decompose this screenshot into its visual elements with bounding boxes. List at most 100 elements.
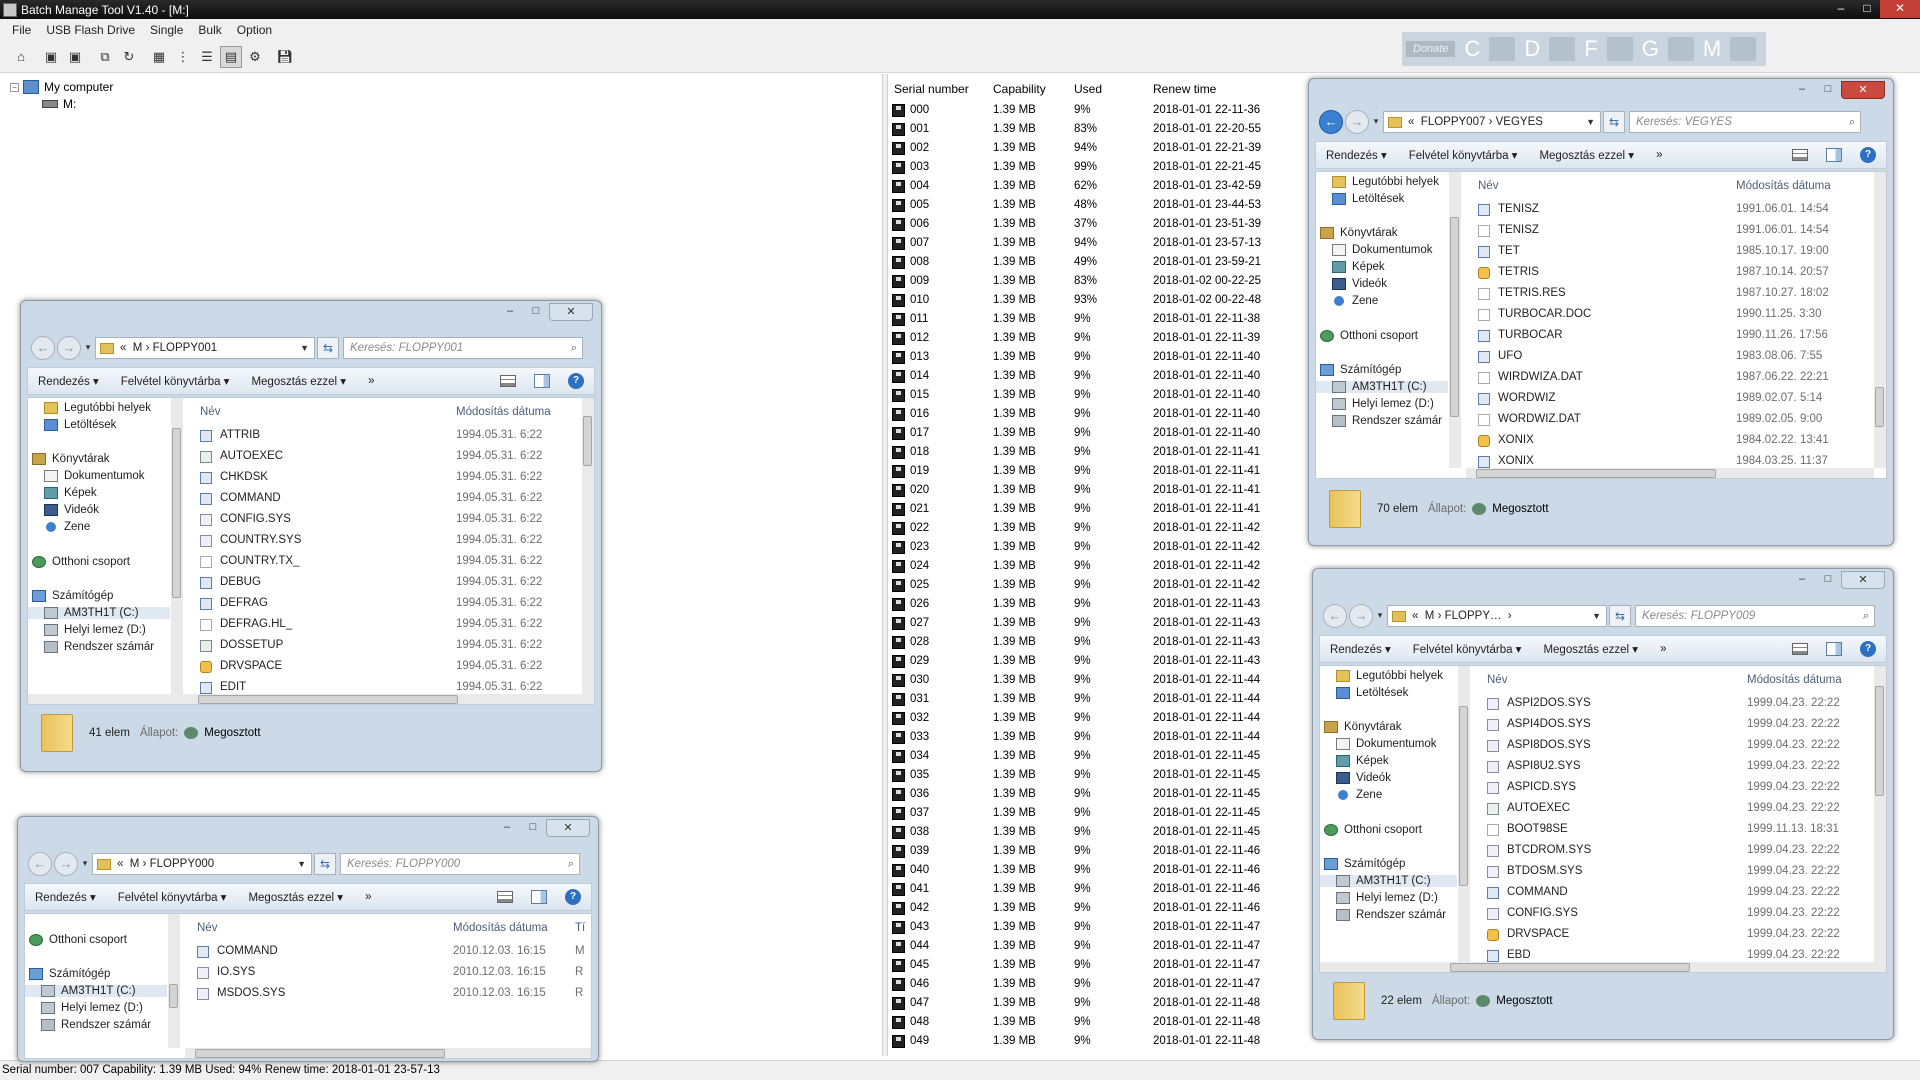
help-icon[interactable]: ? [568, 373, 584, 389]
file-item[interactable]: ASPICD.SYS 1999.04.23. 22:22 [1487, 780, 1867, 797]
nav-computer[interactable]: Számítógép [1324, 858, 1405, 870]
back-arrow-icon[interactable]: ← [1323, 604, 1347, 628]
file-scrollbar[interactable] [582, 398, 594, 694]
nav-libraries[interactable]: Könyvtárak [1324, 721, 1402, 733]
share-with-button[interactable]: Megosztás ezzel ▾ [251, 374, 346, 388]
forward-arrow-icon[interactable]: → [1345, 110, 1369, 134]
file-item[interactable]: ASPI8DOS.SYS 1999.04.23. 22:22 [1487, 738, 1867, 755]
nav-pictures[interactable]: Képek [1332, 261, 1385, 273]
disk-list-row[interactable]: 027 1.39 MB 9% 2018-01-01 22-11-43 [888, 615, 1308, 634]
horizontal-scrollbar[interactable] [28, 694, 594, 704]
nav-recent-places[interactable]: Legutóbbi helyek [44, 402, 151, 414]
disk-list-row[interactable]: 025 1.39 MB 9% 2018-01-01 22-11-42 [888, 577, 1308, 596]
close-button[interactable]: ✕ [1841, 571, 1885, 589]
disk-list-row[interactable]: 010 1.39 MB 93% 2018-01-02 00-22-48 [888, 292, 1308, 311]
path-ellipsis[interactable]: « [120, 342, 126, 354]
disk-list-row[interactable]: 019 1.39 MB 9% 2018-01-01 22-11-41 [888, 463, 1308, 482]
more-commands-button[interactable]: » [1660, 643, 1666, 655]
history-dropdown-icon[interactable]: ▾ [80, 852, 90, 876]
drive-f-button[interactable]: F [1584, 36, 1597, 62]
file-item[interactable]: WORDWIZ 1989.02.07. 5:14 [1478, 391, 1858, 408]
menu-bulk[interactable]: Bulk [198, 23, 221, 37]
disk-list-row[interactable]: 000 1.39 MB 9% 2018-01-01 22-11-36 [888, 102, 1308, 121]
file-item[interactable]: WIRDWIZA.DAT 1987.06.22. 22:21 [1478, 370, 1858, 387]
column-name[interactable]: Név [1487, 674, 1507, 686]
column-modified[interactable]: Módosítás dátuma [456, 406, 551, 418]
path-ellipsis[interactable]: « [1412, 610, 1418, 622]
close-button[interactable]: ✕ [549, 303, 593, 321]
organize-button[interactable]: Rendezés ▾ [1330, 642, 1391, 656]
file-item[interactable]: XONIX 1984.02.22. 13:41 [1478, 433, 1858, 450]
close-button[interactable]: ✕ [1841, 81, 1885, 99]
file-item[interactable]: DOSSETUP 1994.05.31. 6:22 [200, 638, 580, 655]
file-item[interactable]: TETRIS.RES 1987.10.27. 18:02 [1478, 286, 1858, 303]
nav-homegroup[interactable]: Otthoni csoport [1320, 330, 1418, 342]
path-separator[interactable]: › [1508, 610, 1512, 622]
disk-list-row[interactable]: 038 1.39 MB 9% 2018-01-01 22-11-45 [888, 824, 1308, 843]
nav-libraries[interactable]: Könyvtárak [32, 453, 110, 465]
disk-list-row[interactable]: 035 1.39 MB 9% 2018-01-01 22-11-45 [888, 767, 1308, 786]
file-item[interactable]: ATTRIB 1994.05.31. 6:22 [200, 428, 580, 445]
address-bar[interactable]: « M › FLOPPY001 ▼ [95, 337, 315, 359]
path-segment-floppy009[interactable]: FLOPPY… [1445, 610, 1502, 622]
nav-drive-d[interactable]: Helyi lemez (D:) [41, 1002, 143, 1014]
close-button[interactable]: ✕ [1880, 0, 1920, 18]
nav-scrollbar[interactable] [1458, 666, 1470, 962]
close-button[interactable]: ✕ [546, 819, 590, 837]
nav-computer[interactable]: Számítógép [1320, 364, 1401, 376]
file-item[interactable]: MSDOS.SYS 2010.12.03. 16:15 R [197, 986, 583, 1003]
disk-list-row[interactable]: 013 1.39 MB 9% 2018-01-01 22-11-40 [888, 349, 1308, 368]
preview-pane-icon[interactable] [531, 890, 547, 904]
nav-scrollbar[interactable] [168, 914, 180, 1048]
nav-libraries[interactable]: Könyvtárak [1320, 227, 1398, 239]
disk-list-row[interactable]: 046 1.39 MB 9% 2018-01-01 22-11-47 [888, 976, 1308, 995]
disk-list-row[interactable]: 024 1.39 MB 9% 2018-01-01 22-11-42 [888, 558, 1308, 577]
view-options-icon[interactable] [497, 891, 513, 903]
drive-m-button[interactable]: M [1703, 36, 1721, 62]
disk-list-row[interactable]: 014 1.39 MB 9% 2018-01-01 22-11-40 [888, 368, 1308, 387]
drive-c-button[interactable]: C [1464, 36, 1480, 62]
file-item[interactable]: TET 1985.10.17. 19:00 [1478, 244, 1858, 261]
nav-computer[interactable]: Számítógép [29, 968, 110, 980]
floppy-write-icon[interactable]: ▣ [40, 46, 62, 68]
search-input[interactable]: Keresés: FLOPPY000 ⌕ [340, 853, 580, 875]
disk-list-row[interactable]: 049 1.39 MB 9% 2018-01-01 22-11-48 [888, 1033, 1308, 1052]
file-item[interactable]: BOOT98SE 1999.11.13. 18:31 [1487, 822, 1867, 839]
file-item[interactable]: BTCDROM.SYS 1999.04.23. 22:22 [1487, 843, 1867, 860]
list-view-icon[interactable]: ☰ [196, 46, 218, 68]
copy-icon[interactable]: ⧉ [94, 46, 116, 68]
back-arrow-icon[interactable]: ← [31, 336, 55, 360]
large-icons-view-icon[interactable]: ▦ [148, 46, 170, 68]
share-with-button[interactable]: Megosztás ezzel ▾ [1539, 148, 1634, 162]
horizontal-scrollbar[interactable] [185, 1048, 591, 1058]
file-item[interactable]: CHKDSK 1994.05.31. 6:22 [200, 470, 580, 487]
disk-list-row[interactable]: 009 1.39 MB 83% 2018-01-02 00-22-25 [888, 273, 1308, 292]
disk-list-row[interactable]: 021 1.39 MB 9% 2018-01-01 22-11-41 [888, 501, 1308, 520]
file-item[interactable]: COMMAND 1999.04.23. 22:22 [1487, 885, 1867, 902]
more-commands-button[interactable]: » [365, 891, 371, 903]
home-icon[interactable]: ⌂ [10, 46, 32, 68]
disk-list-row[interactable]: 042 1.39 MB 9% 2018-01-01 22-11-46 [888, 900, 1308, 919]
disk-list-row[interactable]: 006 1.39 MB 37% 2018-01-01 23-51-39 [888, 216, 1308, 235]
share-with-button[interactable]: Megosztás ezzel ▾ [1543, 642, 1638, 656]
address-bar[interactable]: « FLOPPY007 › VEGYES ▼ [1383, 111, 1601, 133]
forward-arrow-icon[interactable]: → [57, 336, 81, 360]
search-input[interactable]: Keresés: FLOPPY001 ⌕ [343, 337, 583, 359]
disk-list-row[interactable]: 031 1.39 MB 9% 2018-01-01 22-11-44 [888, 691, 1308, 710]
path-segment-vegyes[interactable]: VEGYES [1496, 116, 1543, 128]
organize-button[interactable]: Rendezés ▾ [38, 374, 99, 388]
back-arrow-icon[interactable]: ← [1319, 110, 1343, 134]
file-item[interactable]: COMMAND 2010.12.03. 16:15 M [197, 944, 585, 961]
disk-list-row[interactable]: 002 1.39 MB 94% 2018-01-01 22-21-39 [888, 140, 1308, 159]
file-item[interactable]: CONFIG.SYS 1999.04.23. 22:22 [1487, 906, 1867, 923]
history-dropdown-icon[interactable]: ▾ [1371, 110, 1381, 134]
disk-list-row[interactable]: 032 1.39 MB 9% 2018-01-01 22-11-44 [888, 710, 1308, 729]
nav-drive-d[interactable]: Helyi lemez (D:) [44, 624, 146, 636]
menu-single[interactable]: Single [150, 23, 183, 37]
disk-list-row[interactable]: 029 1.39 MB 9% 2018-01-01 22-11-43 [888, 653, 1308, 672]
search-icon[interactable]: ⌕ [1849, 116, 1855, 129]
help-icon[interactable]: ? [1860, 641, 1876, 657]
column-modified[interactable]: Módosítás dátuma [1736, 180, 1831, 192]
file-item[interactable]: AUTOEXEC 1994.05.31. 6:22 [200, 449, 580, 466]
disk-list-row[interactable]: 041 1.39 MB 9% 2018-01-01 22-11-46 [888, 881, 1308, 900]
